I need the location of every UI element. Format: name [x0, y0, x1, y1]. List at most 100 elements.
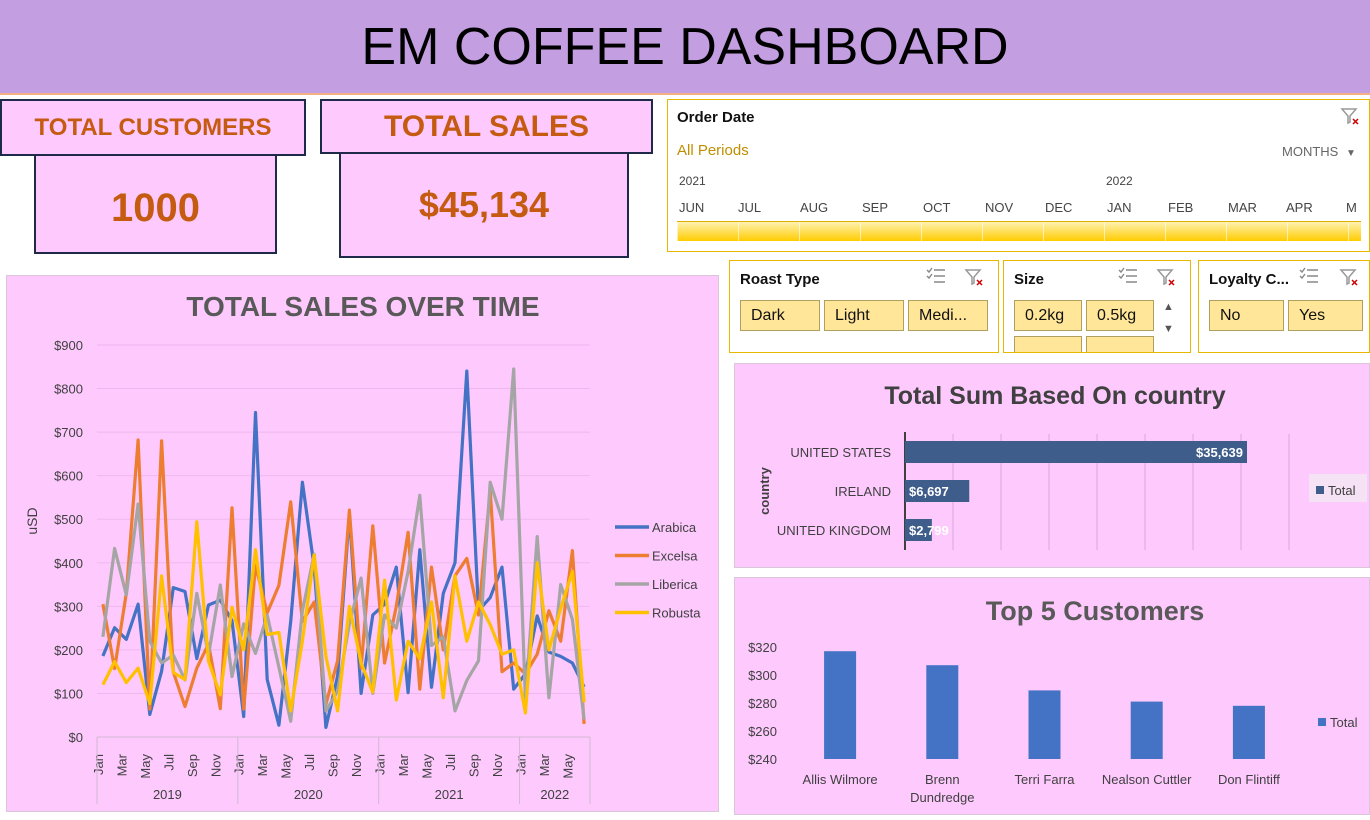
- customer-label: Allis Wilmore: [803, 772, 878, 787]
- data-label: $6,697: [909, 484, 949, 499]
- x-tick-label: Mar: [537, 753, 552, 776]
- scroll-up-icon[interactable]: ▲: [1163, 301, 1174, 313]
- sales-over-time-panel: TOTAL SALES OVER TIME uSD $0 $100 $200 $300…: [6, 275, 719, 812]
- loyalty-title: Loyalty C...: [1209, 271, 1290, 288]
- legend-label: Liberica: [652, 577, 698, 592]
- timeline-month-mar: MAR: [1228, 200, 1257, 215]
- timeline-month-aug: AUG: [800, 200, 829, 215]
- x-tick-label: Sep: [185, 754, 200, 777]
- timeline-month-jan: JAN: [1107, 200, 1132, 215]
- x-tick-label: Jan: [513, 754, 528, 775]
- roast-dark-button[interactable]: Dark: [740, 300, 820, 331]
- total-customers-value-card: 1000: [34, 152, 277, 254]
- size-slicer[interactable]: Size 0.2kg 0.5kg ▲ ▼: [1003, 260, 1191, 353]
- timeline-month-dec: DEC: [1045, 200, 1073, 215]
- legend-label: Excelsa: [652, 549, 698, 564]
- legend-label: Robusta: [652, 606, 701, 621]
- order-date-timeline[interactable]: Order Date All Periods MONTHS ▼ 2021 202…: [667, 99, 1370, 252]
- y-tick-label: $300: [748, 668, 777, 683]
- year-label: 2021: [435, 787, 464, 802]
- y-tick-label: $280: [748, 696, 777, 711]
- y-tick-label: $900: [54, 338, 83, 353]
- size-more-button-2[interactable]: [1086, 336, 1154, 352]
- x-tick-label: Jan: [91, 754, 106, 775]
- all-periods-label[interactable]: All Periods: [677, 142, 749, 159]
- legend-label: Total: [1330, 715, 1358, 730]
- x-tick-label: Mar: [255, 753, 270, 776]
- roast-medium-button[interactable]: Medi...: [908, 300, 988, 331]
- customer-label: Dundredge: [910, 790, 974, 805]
- timeline-bar[interactable]: [677, 221, 1361, 241]
- x-tick-label: May: [138, 754, 153, 779]
- loyalty-card-slicer[interactable]: Loyalty C... No Yes: [1198, 260, 1370, 353]
- country-label: UNITED STATES: [790, 445, 891, 460]
- scroll-down-icon[interactable]: ▼: [1163, 323, 1174, 335]
- timeline-month-jul: JUL: [738, 200, 762, 215]
- roast-type-slicer[interactable]: Roast Type Dark Light Medi...: [729, 260, 999, 353]
- year-label: 2020: [294, 787, 323, 802]
- size-more-button[interactable]: [1014, 336, 1082, 352]
- timeline-month-oct: OCT: [923, 200, 951, 215]
- multi-select-icon[interactable]: [1118, 267, 1138, 288]
- line-chart-ylabel: uSD: [24, 507, 40, 534]
- customer-bar: [1028, 690, 1061, 759]
- time-unit-dropdown[interactable]: MONTHS ▼: [1282, 144, 1356, 159]
- y-tick-label: $400: [54, 556, 83, 571]
- y-tick-label: $240: [748, 752, 777, 767]
- x-tick-label: Mar: [114, 753, 129, 776]
- top-customers-chart: Top 5 Customers $240 $260 $280 $300 $320 Alli…: [748, 596, 1358, 805]
- y-tick-label: $500: [54, 512, 83, 527]
- multi-select-icon[interactable]: [926, 267, 946, 288]
- x-tick-label: Nov: [490, 754, 505, 778]
- top-customers-panel: Top 5 Customers $240 $260 $280 $300 $320 Alli…: [734, 577, 1370, 815]
- y-tick-label: $0: [69, 730, 83, 745]
- chevron-down-icon: ▼: [1345, 148, 1356, 159]
- roast-light-button[interactable]: Light: [824, 300, 904, 331]
- clear-filter-icon[interactable]: [1339, 267, 1359, 290]
- customer-bar: [824, 651, 857, 759]
- country-label: UNITED KINGDOM: [777, 523, 891, 538]
- total-sales-value-card: $45,134: [339, 152, 629, 258]
- size-0-5kg-button[interactable]: 0.5kg: [1086, 300, 1154, 331]
- y-tick-label: $320: [748, 640, 777, 655]
- timeline-year-2021: 2021: [679, 174, 706, 188]
- x-tick-label: Jul: [302, 754, 317, 771]
- x-tick-label: Nov: [208, 754, 223, 778]
- clear-filter-icon[interactable]: [1156, 267, 1176, 290]
- loyalty-yes-button[interactable]: Yes: [1288, 300, 1363, 331]
- customer-label: Nealson Cuttler: [1102, 772, 1192, 787]
- country-sales-panel: Total Sum Based On country country UNITE…: [734, 363, 1370, 568]
- x-tick-label: May: [420, 754, 435, 779]
- time-unit-label: MONTHS: [1282, 144, 1339, 159]
- customer-label: Terri Farra: [1015, 772, 1076, 787]
- loyalty-no-button[interactable]: No: [1209, 300, 1284, 331]
- total-customers-label-card: TOTAL CUSTOMERS: [0, 99, 306, 156]
- line-chart-title: TOTAL SALES OVER TIME: [186, 291, 539, 322]
- customer-bar: [1130, 701, 1163, 759]
- y-tick-label: $700: [54, 425, 83, 440]
- size-0-2kg-button[interactable]: 0.2kg: [1014, 300, 1082, 331]
- x-tick-label: Jan: [232, 754, 247, 775]
- total-sales-label-card: TOTAL SALES: [320, 99, 653, 154]
- multi-select-icon[interactable]: [1299, 267, 1319, 288]
- x-tick-label: May: [279, 754, 294, 779]
- data-label: $2,799: [909, 523, 949, 538]
- sales-over-time-chart: TOTAL SALES OVER TIME uSD $0 $100 $200 $300…: [24, 291, 701, 804]
- y-tick-label: $260: [748, 724, 777, 739]
- timeline-title: Order Date: [677, 109, 755, 126]
- clear-filter-icon[interactable]: [964, 267, 984, 290]
- x-tick-label: Jul: [161, 754, 176, 771]
- data-label: $35,639: [1196, 445, 1243, 460]
- y-tick-label: $100: [54, 686, 83, 701]
- x-tick-label: Mar: [396, 753, 411, 776]
- y-tick-label: $300: [54, 599, 83, 614]
- country-chart-title: Total Sum Based On country: [884, 382, 1225, 410]
- total-customers-value: 1000: [111, 185, 200, 230]
- clear-filter-icon[interactable]: [1340, 106, 1360, 129]
- legend-swatch: [1318, 718, 1326, 726]
- timeline-month-apr: APR: [1286, 200, 1313, 215]
- timeline-year-2022: 2022: [1106, 174, 1133, 188]
- x-tick-label: Jul: [443, 754, 458, 771]
- country-sales-chart: Total Sum Based On country country UNITE…: [757, 382, 1367, 550]
- top-customers-title: Top 5 Customers: [986, 596, 1205, 626]
